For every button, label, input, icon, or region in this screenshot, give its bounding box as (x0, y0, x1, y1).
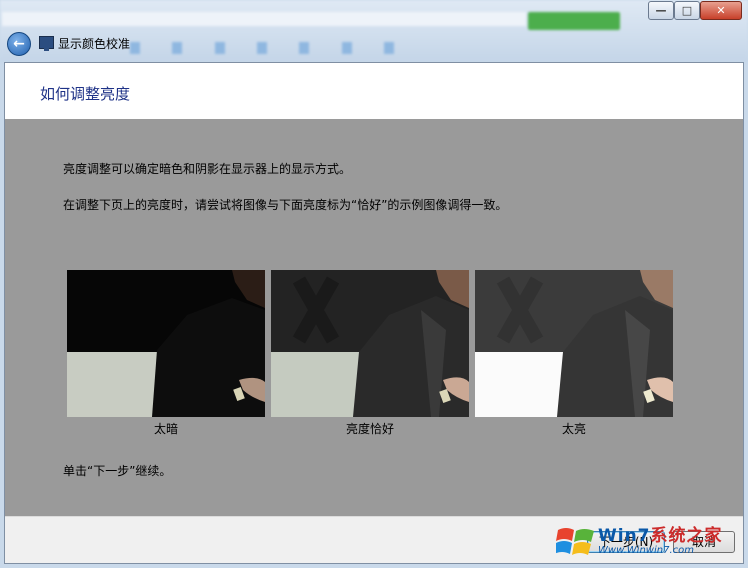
back-button[interactable]: ← (7, 32, 31, 56)
sample-caption-just-right: 亮度恰好 (345, 422, 394, 436)
background-browser-chrome (0, 0, 748, 62)
continue-instruction: 单击“下一步”继续。 (63, 464, 172, 478)
sample-image-just-right (271, 270, 469, 417)
background-bookmark (172, 42, 205, 54)
sample-caption-too-bright: 太亮 (561, 422, 586, 436)
close-button[interactable]: ✕ (700, 1, 742, 20)
watermark-brand-win: Win7 (598, 526, 651, 546)
background-bookmarks-bar (130, 40, 730, 56)
heading-band: 如何调整亮度 (5, 63, 743, 119)
minimize-icon: — (655, 4, 667, 17)
background-address-bar (2, 12, 526, 26)
page-title: 如何调整亮度 (40, 85, 131, 103)
sample-image-too-bright (475, 270, 673, 417)
watermark-brand: Win7系统之家 (598, 521, 723, 546)
sample-image-too-dark (67, 270, 265, 417)
background-green-button (528, 12, 620, 30)
background-bookmark (214, 42, 247, 54)
maximize-icon: □ (681, 4, 693, 17)
background-bookmark (299, 42, 332, 54)
minimize-button[interactable]: — (648, 1, 674, 20)
background-bookmark (130, 42, 163, 54)
description-paragraph-2: 在调整下页上的亮度时，请尝试将图像与下面亮度标为“恰好”的示例图像调得一致。 (63, 198, 508, 212)
close-icon: ✕ (716, 4, 726, 17)
window-title: 显示颜色校准 (58, 37, 131, 51)
description-paragraph-1: 亮度调整可以确定暗色和阴影在显示器上的显示方式。 (63, 162, 352, 176)
maximize-button[interactable]: □ (674, 1, 700, 20)
background-bookmark (256, 42, 290, 54)
windows-logo-icon (556, 528, 594, 555)
background-bookmark (341, 42, 374, 54)
sample-caption-too-dark: 太暗 (153, 422, 178, 436)
watermark-slogan: 系统之家 (650, 526, 723, 546)
wizard-content: 如何调整亮度 亮度调整可以确定暗色和阴影在显示器上的显示方式。 在调整下页上的亮… (4, 62, 744, 564)
background-bookmark (383, 42, 417, 54)
back-arrow-icon: ← (13, 36, 25, 52)
watermark-url: Www.Winwin7.com (598, 545, 694, 556)
monitor-icon (39, 36, 54, 51)
